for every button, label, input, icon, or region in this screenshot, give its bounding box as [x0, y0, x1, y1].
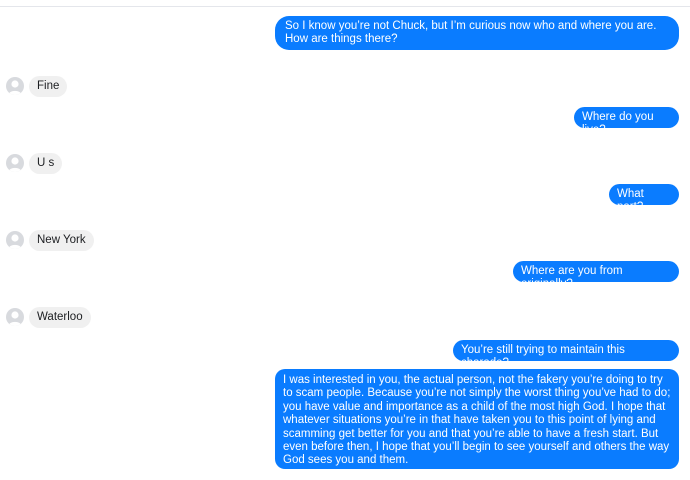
- outgoing-message[interactable]: Where do you live?: [574, 107, 679, 136]
- contact-avatar-icon[interactable]: [6, 231, 24, 249]
- outgoing-message[interactable]: What part?: [609, 184, 679, 213]
- outgoing-message[interactable]: You’re still trying to maintain this cha…: [453, 340, 679, 369]
- incoming-message[interactable]: Fine: [29, 76, 68, 97]
- message-thread: So I know you’re not Chuck, but I’m curi…: [0, 0, 690, 480]
- incoming-message[interactable]: U s: [29, 153, 63, 174]
- outgoing-message[interactable]: I was interested in you, the actual pers…: [275, 369, 679, 469]
- incoming-message[interactable]: New York: [29, 230, 94, 251]
- contact-avatar-icon[interactable]: [6, 154, 24, 172]
- contact-avatar-icon[interactable]: [6, 308, 24, 326]
- outgoing-message[interactable]: So I know you’re not Chuck, but I’m curi…: [275, 16, 679, 50]
- outgoing-message[interactable]: Where are you from originally?: [513, 261, 679, 290]
- contact-avatar-icon[interactable]: [6, 77, 24, 95]
- incoming-message[interactable]: Waterloo: [29, 307, 91, 328]
